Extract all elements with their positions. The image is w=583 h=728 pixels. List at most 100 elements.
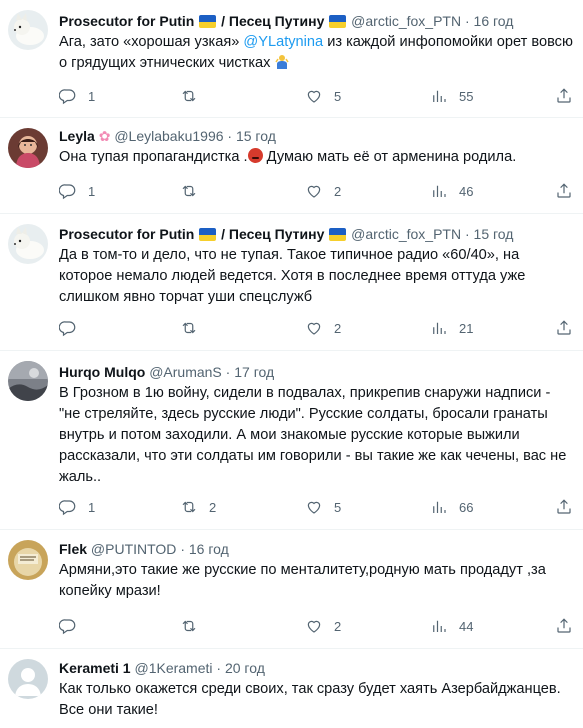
share-button[interactable] xyxy=(555,86,573,106)
ukraine-flag-icon xyxy=(329,15,347,28)
tweet[interactable]: Hurqo Mulqo @ArumanS · 17 год В Грозном … xyxy=(0,351,583,530)
views-button[interactable]: 46 xyxy=(430,181,473,201)
retweet-button[interactable] xyxy=(180,616,209,636)
avatar[interactable] xyxy=(8,540,48,580)
views-button[interactable]: 66 xyxy=(430,497,473,517)
share-icon xyxy=(555,319,573,337)
tweet-text: В Грозном в 1ю войну, сидели в подвалах,… xyxy=(59,385,567,485)
timestamp[interactable]: 20 год xyxy=(225,660,265,676)
reply-button[interactable] xyxy=(59,318,88,338)
reply-icon xyxy=(59,319,77,337)
bar-chart-icon xyxy=(430,87,448,105)
like-button[interactable]: 5 xyxy=(305,86,341,106)
handle[interactable]: @ArumanS xyxy=(149,364,222,380)
separator: · xyxy=(464,226,470,242)
reply-button[interactable]: 1 xyxy=(59,497,95,517)
display-name[interactable]: Prosecutor for Putin xyxy=(59,13,194,29)
like-count: 5 xyxy=(334,499,342,515)
tweet-text-part: Она тупая пропагандистка . xyxy=(59,149,248,165)
tweet-text-part: Ага, зато «хорошая узкая» xyxy=(59,34,244,50)
reply-button[interactable] xyxy=(59,616,88,636)
timestamp[interactable]: 16 год xyxy=(189,541,229,557)
retweet-button[interactable] xyxy=(180,86,209,106)
like-button[interactable]: 5 xyxy=(305,497,341,517)
avatar[interactable] xyxy=(8,361,48,401)
tweet-actions: 1 2 5 66 xyxy=(59,497,579,517)
timestamp[interactable]: 15 год xyxy=(474,226,514,242)
display-name[interactable]: Prosecutor for Putin xyxy=(59,226,194,242)
handle[interactable]: @Leylabaku1996 xyxy=(114,128,223,144)
tweet-text: Как только окажется среди своих, так сра… xyxy=(59,681,561,718)
heart-icon xyxy=(305,617,323,635)
retweet-button[interactable] xyxy=(180,181,209,201)
like-count: 5 xyxy=(334,88,342,104)
like-button[interactable]: 2 xyxy=(305,181,341,201)
share-button[interactable] xyxy=(555,181,573,201)
separator: · xyxy=(216,660,222,676)
tweet-text: Да в том-то и дело, что не тупая. Такое … xyxy=(59,247,526,305)
separator: · xyxy=(464,13,470,29)
retweet-count: 2 xyxy=(209,499,217,515)
bar-chart-icon xyxy=(430,498,448,516)
like-button[interactable]: 2 xyxy=(305,318,341,338)
display-name[interactable]: Kerameti 1 xyxy=(59,660,131,676)
reply-icon xyxy=(59,498,77,516)
tweet-text-part: Думаю мать её от арменина родила. xyxy=(262,149,517,165)
reply-button[interactable]: 1 xyxy=(59,181,95,201)
timestamp[interactable]: 17 год xyxy=(234,364,274,380)
retweet-button[interactable]: 2 xyxy=(180,497,216,517)
share-icon xyxy=(555,617,573,635)
tweet-text: Ага, зато «хорошая узкая» @YLatynina из … xyxy=(59,32,574,74)
cherry-blossom-icon: ✿ xyxy=(98,128,111,144)
reply-count: 1 xyxy=(88,88,96,104)
timestamp[interactable]: 16 год xyxy=(474,13,514,29)
handle[interactable]: @arctic_fox_PTN xyxy=(351,226,461,242)
tweet-actions: 2 21 xyxy=(59,318,579,338)
view-count: 66 xyxy=(459,499,474,515)
avatar[interactable] xyxy=(8,224,48,264)
display-name[interactable]: Hurqo Mulqo xyxy=(59,364,145,380)
views-button[interactable]: 44 xyxy=(430,616,473,636)
tweet[interactable]: Prosecutor for Putin / Песец Путину @arc… xyxy=(0,0,583,118)
share-icon xyxy=(555,498,573,516)
tweet-header: Flek @PUTINTOD · 16 год xyxy=(59,540,229,558)
heart-icon xyxy=(305,498,323,516)
tweet[interactable]: Kerameti 1 @1Kerameti · 20 год Как тольк… xyxy=(0,649,583,728)
ukraine-flag-icon xyxy=(329,228,347,241)
heart-icon xyxy=(305,182,323,200)
mention-link[interactable]: @YLatynina xyxy=(243,34,323,50)
tweet[interactable]: Prosecutor for Putin / Песец Путину @arc… xyxy=(0,214,583,351)
tweet-header: Prosecutor for Putin / Песец Путину @arc… xyxy=(59,12,513,30)
heart-icon xyxy=(305,319,323,337)
retweet-icon xyxy=(180,617,198,635)
avatar[interactable] xyxy=(8,659,48,699)
ukraine-flag-icon xyxy=(199,15,217,28)
handle[interactable]: @PUTINTOD xyxy=(91,541,177,557)
separator: · xyxy=(227,128,233,144)
timestamp[interactable]: 15 год xyxy=(236,128,276,144)
views-button[interactable]: 21 xyxy=(430,318,473,338)
avatar[interactable] xyxy=(8,128,48,168)
views-button[interactable]: 55 xyxy=(430,86,473,106)
handle[interactable]: @1Kerameti xyxy=(134,660,212,676)
display-name[interactable]: Leyla xyxy=(59,128,95,144)
avatar[interactable] xyxy=(8,10,48,50)
display-name[interactable]: Flek xyxy=(59,541,87,557)
tweet-header: Hurqo Mulqo @ArumanS · 17 год xyxy=(59,363,274,381)
handle[interactable]: @arctic_fox_PTN xyxy=(351,13,461,29)
retweet-button[interactable] xyxy=(180,318,209,338)
reply-button[interactable]: 1 xyxy=(59,86,95,106)
like-button[interactable]: 2 xyxy=(305,616,341,636)
display-name-suffix[interactable]: / Песец Путину xyxy=(221,226,324,242)
share-icon xyxy=(555,182,573,200)
display-name-suffix[interactable]: / Песец Путину xyxy=(221,13,324,29)
tweet-actions: 1 5 55 xyxy=(59,86,579,106)
tweet[interactable]: Flek @PUTINTOD · 16 год Армяни,это такие… xyxy=(0,530,583,649)
separator: · xyxy=(180,541,185,557)
view-count: 21 xyxy=(459,320,474,336)
tweet[interactable]: Leyla ✿ @Leylabaku1996 · 15 год Она тупа… xyxy=(0,118,583,214)
share-button[interactable] xyxy=(555,616,573,636)
share-button[interactable] xyxy=(555,318,573,338)
share-button[interactable] xyxy=(555,497,573,517)
retweet-icon xyxy=(180,319,198,337)
